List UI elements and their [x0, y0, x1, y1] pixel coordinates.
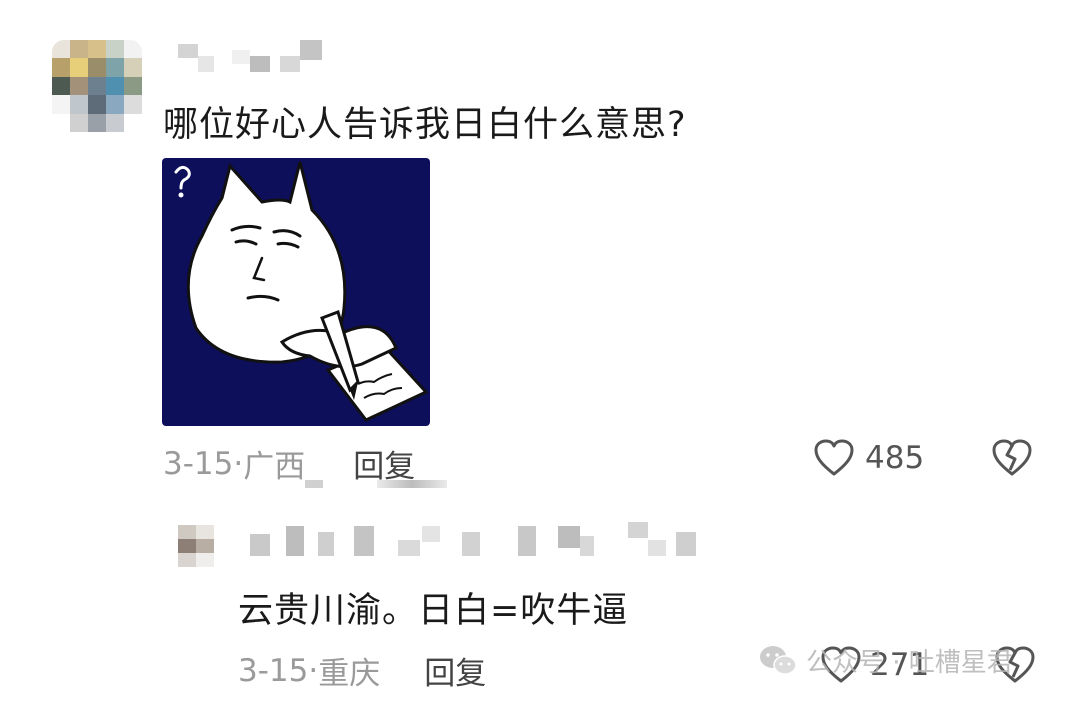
- comment-text: 哪位好心人告诉我日白什么意思?: [163, 105, 687, 145]
- blur-artifact: [305, 480, 447, 490]
- watermark: 公众号 · 吐槽星君: [758, 642, 1013, 679]
- like-button[interactable]: 485: [813, 438, 924, 478]
- username-blurred[interactable]: [178, 40, 322, 74]
- reply-location: 重庆: [318, 656, 381, 692]
- comment-date: 3-15: [163, 445, 234, 482]
- broken-heart-icon: [992, 439, 1032, 476]
- reply-meta: 3-15 · 重庆 回复: [238, 648, 486, 693]
- reply-reply-button[interactable]: 回复: [424, 648, 486, 693]
- avatar[interactable]: [52, 40, 142, 132]
- meta-separator: ·: [233, 445, 244, 482]
- comment-location: 广西: [243, 449, 306, 485]
- reply-avatar[interactable]: [178, 525, 214, 567]
- heart-icon: [814, 439, 854, 476]
- sticker-image[interactable]: [162, 158, 430, 426]
- reply-text: 云贵川渝。日白=吹牛逼: [238, 591, 629, 631]
- wechat-icon: [760, 645, 797, 675]
- meta-separator: ·: [308, 652, 319, 689]
- reply-date: 3-15: [238, 652, 309, 689]
- dislike-button[interactable]: [990, 438, 1034, 482]
- like-count: 485: [865, 440, 925, 476]
- confused-cat-sticker-icon: [174, 161, 429, 422]
- reply-username-blurred[interactable]: [250, 522, 700, 560]
- watermark-text: 公众号 · 吐槽星君: [806, 648, 1013, 678]
